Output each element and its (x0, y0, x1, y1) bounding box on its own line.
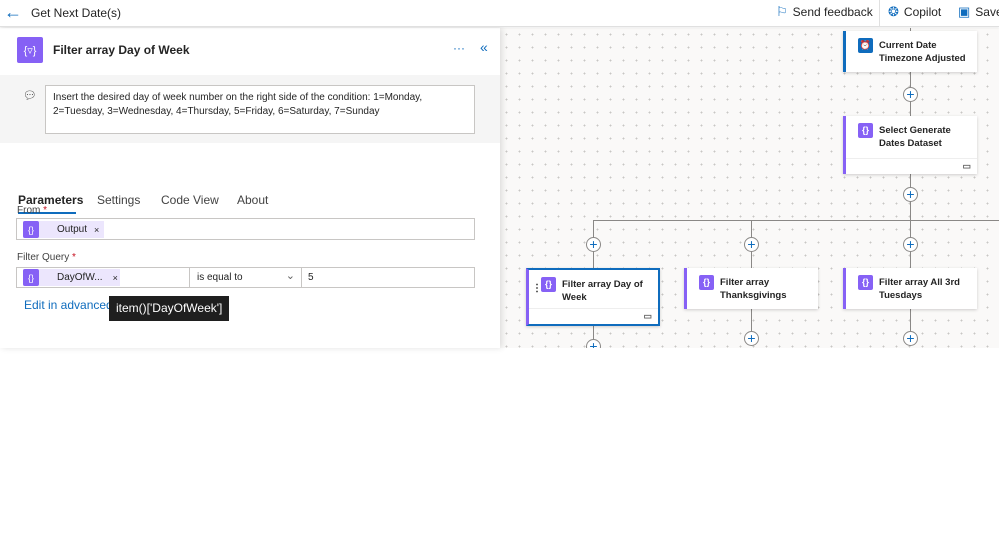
action-details-panel: {▿} Filter array Day of Week ··· « 💬︎ In… (0, 28, 500, 348)
node-title: Filter array All 3rd Tuesdays (879, 277, 960, 301)
comment-icon: 💬︎ (23, 90, 37, 102)
from-input[interactable]: {} Output × (16, 218, 475, 240)
add-step-button[interactable]: + (586, 339, 601, 348)
data-operation-icon: {} (858, 123, 873, 138)
clock-icon: ⏰ (858, 38, 873, 53)
add-step-button[interactable]: + (744, 331, 759, 346)
remove-token-icon[interactable]: × (94, 225, 99, 235)
tooltip: item()['DayOfWeek'] (109, 296, 230, 321)
add-step-button[interactable]: + (586, 237, 601, 252)
add-step-button[interactable]: + (744, 237, 759, 252)
tab-code-view[interactable]: Code View (161, 193, 219, 207)
send-feedback-label: Send feedback (792, 5, 873, 19)
node-title: Select Generate Dates Dataset (879, 125, 951, 149)
flow-node-filter-day-of-week[interactable]: ⋮ {} Filter array Day of Week ▭ (526, 268, 660, 326)
add-step-button[interactable]: + (903, 87, 918, 102)
output-token[interactable]: {} Output × (23, 221, 104, 238)
data-operation-icon: {} (23, 269, 39, 286)
add-step-button[interactable]: + (903, 187, 918, 202)
flow-node-current-date[interactable]: ⏰ Current Date Timezone Adjusted (843, 31, 977, 72)
flow-node-select-generate[interactable]: {} Select Generate Dates Dataset ▭ (843, 116, 977, 174)
copilot-label: Copilot (903, 5, 942, 19)
add-step-button[interactable]: + (903, 237, 918, 252)
collapse-panel-icon[interactable]: « (480, 39, 488, 55)
add-step-button[interactable]: + (903, 331, 918, 346)
tab-about[interactable]: About (237, 193, 268, 207)
token-label: Output (57, 224, 88, 235)
node-title: Filter array Thanksgivings (720, 277, 787, 301)
node-title: Current Date Timezone Adjusted (879, 40, 966, 64)
value-input[interactable]: 5 (308, 272, 314, 283)
flow-node-filter-3rd-tuesdays[interactable]: {} Filter array All 3rd Tuesdays (843, 268, 977, 309)
divider (879, 0, 880, 27)
note-area: 💬︎ Insert the desired day of week number… (0, 75, 500, 143)
token-label: DayOfW... (57, 272, 103, 283)
from-label: From * (17, 205, 48, 216)
filter-query-row: {} DayOfW... × is equal to ⌄ 5 (16, 267, 475, 288)
filter-query-label: Filter Query * (17, 252, 76, 263)
note-textarea[interactable]: Insert the desired day of week number on… (45, 85, 475, 134)
edit-in-advanced-link[interactable]: Edit in advanced (24, 298, 113, 312)
operator-value: is equal to (197, 272, 243, 283)
copilot-icon: ❂ (888, 4, 899, 19)
data-operation-icon: {} (23, 221, 39, 238)
action-title[interactable]: Filter array Day of Week (53, 43, 190, 57)
operator-dropdown[interactable]: is equal to ⌄ (189, 268, 302, 287)
flow-title: Get Next Date(s) (31, 6, 122, 20)
more-options-button[interactable]: ··· (453, 41, 465, 55)
data-operation-icon: {▿} (17, 37, 43, 63)
remove-token-icon[interactable]: × (113, 273, 118, 283)
save-label: Save (975, 5, 999, 19)
send-feedback-button[interactable]: ⚐ Send feedback (776, 4, 873, 20)
feedback-icon: ⚐ (776, 4, 788, 19)
copilot-button[interactable]: ❂ Copilot (888, 4, 941, 20)
comment-icon[interactable]: ▭ (643, 310, 652, 323)
back-arrow-icon[interactable]: ← (4, 2, 22, 23)
data-operation-icon: {} (858, 275, 873, 290)
save-icon: ▣ (958, 4, 971, 19)
flow-canvas[interactable]: + + + + + + + + ⏰ Current Date Timezone … (500, 28, 999, 348)
chevron-down-icon: ⌄ (285, 270, 295, 282)
flow-node-filter-thanksgivings[interactable]: {} Filter array Thanksgivings (684, 268, 818, 309)
data-operation-icon: {} (541, 277, 556, 292)
dayofweek-token[interactable]: {} DayOfW... × (23, 269, 120, 286)
data-operation-icon: {} (699, 275, 714, 290)
tab-settings[interactable]: Settings (97, 193, 140, 207)
node-title: Filter array Day of Week (562, 279, 643, 303)
save-button[interactable]: ▣ Save (958, 4, 999, 20)
top-bar: ← Get Next Date(s) ⚐ Send feedback ❂ Copil… (0, 0, 999, 27)
comment-icon[interactable]: ▭ (962, 160, 971, 173)
